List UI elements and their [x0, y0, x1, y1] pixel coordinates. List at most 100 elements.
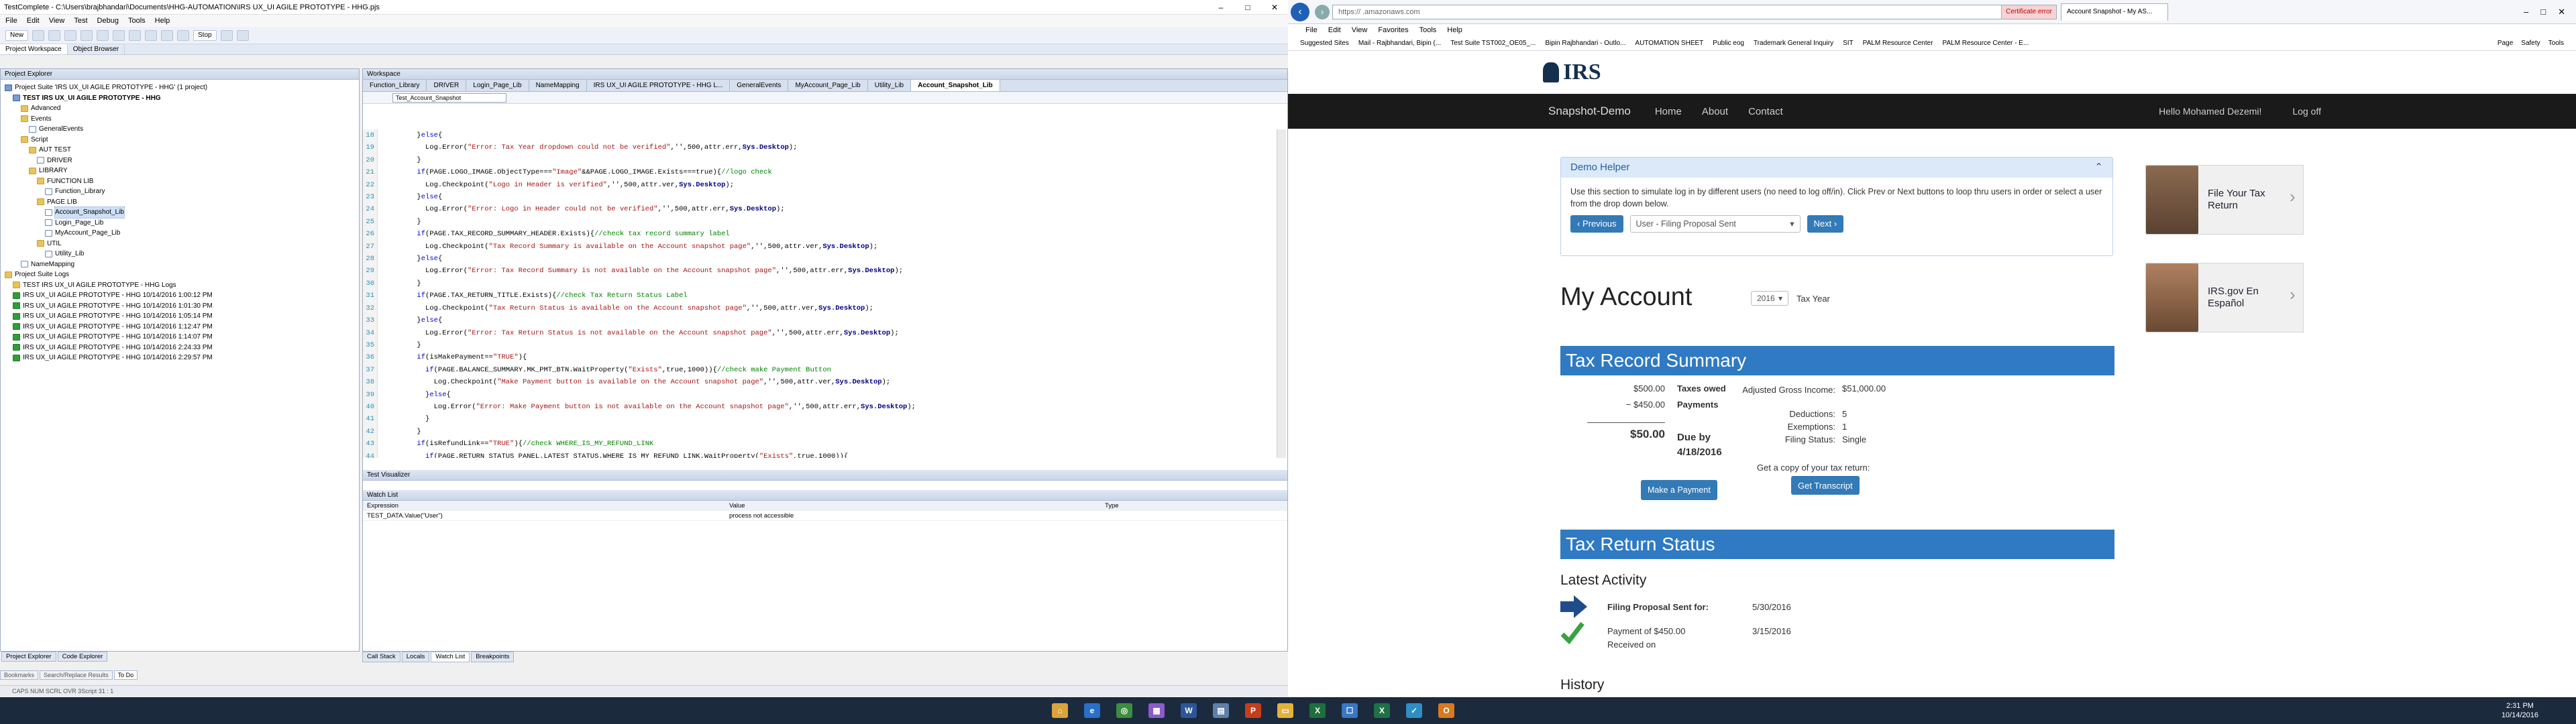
tree-item[interactable]: GeneralEvents — [5, 124, 355, 135]
code-editor[interactable]: 18 }else{19 Log.Error("Error: Tax Year d… — [363, 129, 1287, 458]
favorite-link[interactable]: Mail - Rajbhandari, Bipin (... — [1358, 40, 1441, 47]
irs-logo[interactable]: IRS — [1543, 60, 1601, 85]
taskbar-app-7[interactable]: P — [1240, 700, 1267, 721]
url-field[interactable]: https:// .amazonaws.com Certificate erro… — [1332, 4, 2057, 19]
tab-breakpoints[interactable]: Breakpoints — [471, 652, 515, 662]
favorite-link[interactable]: Trademark General Inquiry — [1754, 40, 1833, 47]
doc-tab[interactable]: NameMapping — [529, 80, 587, 91]
folder-icon[interactable]: ▭ — [1272, 700, 1299, 721]
tree-item[interactable]: DRIVER — [5, 156, 355, 166]
pause-icon[interactable] — [220, 29, 233, 41]
minimize-icon[interactable]: – — [1208, 3, 1234, 12]
taskbar-app-4[interactable]: ▦ — [1143, 700, 1170, 721]
taskbar-app-12[interactable]: ✓ — [1401, 700, 1428, 721]
tab-todo[interactable]: To Do — [113, 670, 138, 680]
make-payment-button[interactable]: Make a Payment — [1641, 480, 1717, 500]
editor-scrollbar[interactable] — [1277, 129, 1286, 458]
nav-home[interactable]: Home — [1655, 106, 1682, 117]
taskbar-app-3[interactable]: ◎ — [1111, 700, 1138, 721]
taskbar-app-9[interactable]: X — [1304, 700, 1331, 721]
tree-item[interactable]: IRS UX_UI AGILE PROTOTYPE - HHG 10/14/20… — [5, 311, 355, 322]
taskbar-app-1[interactable]: ⌂ — [1046, 700, 1073, 721]
tree-item[interactable]: IRS UX_UI AGILE PROTOTYPE - HHG 10/14/20… — [5, 290, 355, 301]
tree-item[interactable]: Project Suite 'IRS UX_UI AGILE PROTOTYPE… — [5, 82, 355, 93]
taskbar-app-11[interactable]: X — [1368, 700, 1395, 721]
cut-icon[interactable] — [80, 29, 93, 41]
ad-espanol[interactable]: IRS.gov En Español › — [2145, 263, 2304, 333]
user-select[interactable]: User - Filing Proposal Sent ▾ — [1629, 215, 1801, 233]
browser-menu-favorites[interactable]: Favorites — [1378, 26, 1408, 34]
doc-tab[interactable]: MyAccount_Page_Lib — [788, 80, 868, 91]
tab-call-stack[interactable]: Call Stack — [362, 652, 400, 662]
favorite-link[interactable]: Suggested Sites — [1300, 40, 1349, 47]
favorite-link[interactable]: PALM Resource Center — [1863, 40, 1933, 47]
browser-menu-edit[interactable]: Edit — [1328, 26, 1341, 34]
favorite-link[interactable]: Test Suite TST002_OE05_... — [1450, 40, 1536, 47]
menu-view[interactable]: View — [49, 17, 65, 25]
doc-tab[interactable]: IRS UX_UI AGILE PROTOTYPE - HHG L... — [587, 80, 731, 91]
nav-hello-user[interactable]: Hello Mohamed Dezemi! — [2159, 106, 2261, 117]
open-icon[interactable] — [32, 29, 45, 41]
favorite-link[interactable]: SIT — [1843, 40, 1854, 47]
save-all-icon[interactable] — [64, 29, 77, 41]
tree-item[interactable]: TEST IRS UX_UI AGILE PROTOTYPE - HHG Log… — [5, 280, 355, 291]
favorite-link[interactable]: PALM Resource Center - E... — [1943, 40, 2029, 47]
tree-item[interactable]: IRS UX_UI AGILE PROTOTYPE - HHG 10/14/20… — [5, 322, 355, 333]
stop-button[interactable]: Stop — [193, 29, 217, 41]
get-transcript-button[interactable]: Get Transcript — [1791, 476, 1860, 495]
command-tools[interactable]: Tools — [2548, 40, 2564, 47]
tree-item[interactable]: LIBRARY — [5, 166, 355, 176]
tree-item[interactable]: IRS UX_UI AGILE PROTOTYPE - HHG 10/14/20… — [5, 353, 355, 363]
back-icon[interactable]: ‹ — [1291, 2, 1309, 21]
forward-icon[interactable]: › — [1315, 4, 1330, 19]
new-button[interactable]: New — [5, 29, 29, 41]
taskbar-clock[interactable]: 2:31 PM 10/14/2016 — [2502, 701, 2576, 720]
paste-icon[interactable] — [113, 29, 125, 41]
maximize-icon[interactable]: □ — [2540, 7, 2546, 17]
maximize-icon[interactable]: □ — [1234, 3, 1261, 12]
tree-item[interactable]: Script — [5, 135, 355, 145]
browser-menu-view[interactable]: View — [1352, 26, 1368, 34]
tax-year-select[interactable]: 2016 ▾ — [1751, 291, 1788, 306]
close-icon[interactable]: ✕ — [1261, 3, 1288, 12]
watch-expression[interactable]: TEST_DATA.Value("User") — [363, 512, 725, 520]
menu-test[interactable]: Test — [74, 17, 87, 25]
redo-icon[interactable] — [145, 29, 158, 41]
tab-watch-list[interactable]: Watch List — [431, 652, 470, 662]
tree-item[interactable]: IRS UX_UI AGILE PROTOTYPE - HHG 10/14/20… — [5, 343, 355, 353]
ad-file-your-return[interactable]: File Your Tax Return › — [2145, 165, 2304, 235]
browser-menu-file[interactable]: File — [1305, 26, 1318, 34]
favorite-link[interactable]: Bipin Rajbhandari - Outlo... — [1545, 40, 1625, 47]
tree-item[interactable]: Function_Library — [5, 186, 355, 197]
tree-item[interactable]: Account_Snapshot_Lib — [5, 206, 355, 219]
tree-item[interactable]: Project Suite Logs — [5, 269, 355, 280]
nav-brand[interactable]: Snapshot-Demo — [1548, 105, 1631, 118]
certificate-error-badge[interactable]: Certificate error — [2001, 5, 2056, 19]
favorite-link[interactable]: AUTOMATION SHEET — [1635, 40, 1703, 47]
tree-item[interactable]: AUT TEST — [5, 145, 355, 156]
tree-item[interactable]: Utility_Lib — [5, 249, 355, 259]
routine-combo[interactable]: Test_Account_Snapshot — [392, 93, 506, 103]
tree-item[interactable]: FUNCTION LIB — [5, 176, 355, 187]
tab-code-explorer[interactable]: Code Explorer — [57, 652, 108, 662]
menu-tools[interactable]: Tools — [128, 17, 146, 25]
outlook-icon[interactable]: O — [1433, 700, 1460, 721]
next-button[interactable]: Next › — [1807, 215, 1844, 233]
doc-tab[interactable]: GeneralEvents — [730, 80, 789, 91]
tree-item[interactable]: Events — [5, 114, 355, 125]
menu-edit[interactable]: Edit — [27, 17, 40, 25]
step-icon[interactable] — [236, 29, 249, 41]
doc-tab[interactable]: DRIVER — [427, 80, 467, 91]
tab-project-workspace[interactable]: Project Workspace — [0, 44, 68, 54]
tab-bookmarks[interactable]: Bookmarks — [0, 670, 39, 680]
tree-item[interactable]: IRS UX_UI AGILE PROTOTYPE - HHG 10/14/20… — [5, 301, 355, 312]
tree-item[interactable]: IRS UX_UI AGILE PROTOTYPE - HHG 10/14/20… — [5, 332, 355, 343]
tree-item[interactable]: PAGE LIB — [5, 197, 355, 208]
taskbar-app-6[interactable]: ▤ — [1208, 700, 1234, 721]
tree-item[interactable]: TEST IRS UX_UI AGILE PROTOTYPE - HHG — [5, 93, 355, 104]
watch-row[interactable]: TEST_DATA.Value("User") process not acce… — [363, 511, 1287, 521]
menu-debug[interactable]: Debug — [97, 17, 119, 25]
command-page[interactable]: Page — [2498, 40, 2513, 47]
menu-help[interactable]: Help — [155, 17, 170, 25]
doc-tab[interactable]: Account_Snapshot_Lib — [911, 80, 1000, 91]
